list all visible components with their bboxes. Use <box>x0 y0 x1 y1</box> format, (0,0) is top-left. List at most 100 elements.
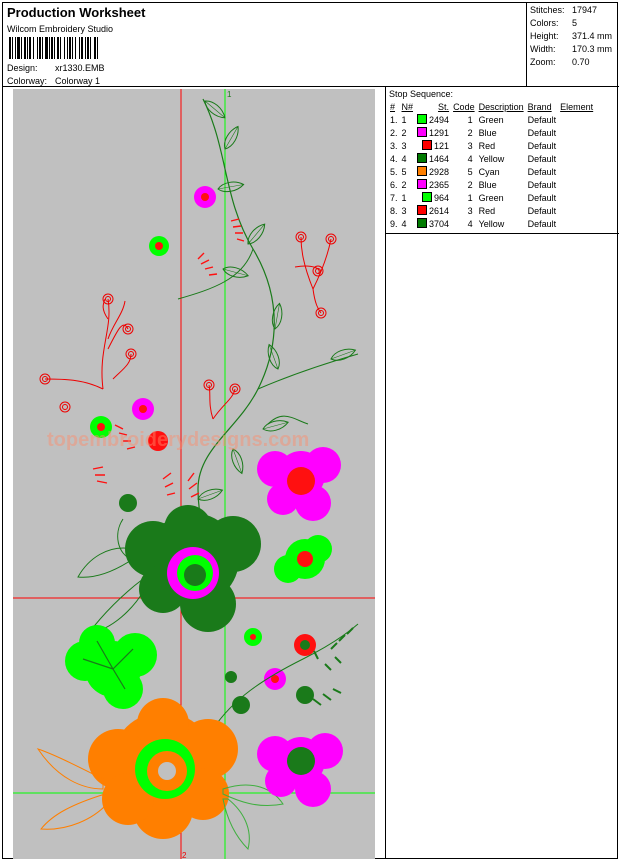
design-row: Design: xr1330.EMB <box>7 63 105 73</box>
row-stitch-count: 1291 <box>429 128 450 138</box>
row-element <box>558 113 595 126</box>
row-n: 3 <box>401 205 407 216</box>
color-swatch <box>417 179 428 189</box>
panel-divider <box>385 87 386 859</box>
row-description: Red <box>478 140 496 151</box>
col-code: Code <box>453 101 475 112</box>
col-description: Description <box>478 101 524 112</box>
col-num: # <box>390 101 396 112</box>
barcode-image <box>9 37 133 59</box>
row-stitches: 964 <box>415 191 451 204</box>
row-element <box>558 126 595 139</box>
col-element: Element <box>560 101 594 112</box>
row-stitch-count: 1464 <box>429 154 450 164</box>
stop-sequence-bottom-rule <box>386 233 619 234</box>
row-element <box>558 139 595 152</box>
stat-value: 0.70 <box>572 57 590 67</box>
row-code: 3 <box>467 205 473 216</box>
colorway-row: Colorway: Colorway 1 <box>7 76 100 86</box>
red-tendrils <box>44 236 332 420</box>
row-description: Blue <box>478 179 497 190</box>
row-element <box>558 165 595 178</box>
stat-zoom: Zoom: 0.70 <box>530 57 590 67</box>
table-row: 4. 4 1464 4 Yellow Default <box>388 152 595 165</box>
worksheet-page: Production Worksheet Wilcom Embroidery S… <box>2 2 619 859</box>
stat-width: Width: 170.3 mm <box>530 44 612 54</box>
flower-green-medium <box>274 535 332 583</box>
color-swatch <box>417 166 428 176</box>
stat-height: Height: 371.4 mm <box>530 31 612 41</box>
row-code: 2 <box>467 179 473 190</box>
row-brand: Default <box>527 218 557 229</box>
table-row: 6. 2 2365 2 Blue Default <box>388 178 595 191</box>
stat-colors: Colors: 5 <box>530 18 577 28</box>
table-row: 7. 1 964 1 Green Default <box>388 191 595 204</box>
row-description: Yellow <box>478 218 505 229</box>
colorway-label: Colorway: <box>7 76 48 86</box>
row-stitches: 2614 <box>415 204 451 217</box>
page-title: Production Worksheet <box>7 5 146 20</box>
row-element <box>558 204 595 217</box>
row-brand: Default <box>527 114 557 125</box>
table-row: 8. 3 2614 3 Red Default <box>388 204 595 217</box>
company-name: Wilcom Embroidery Studio <box>7 24 114 34</box>
row-brand: Default <box>527 205 557 216</box>
color-swatch <box>417 205 428 215</box>
row-stitch-count: 2494 <box>429 115 450 125</box>
row-code: 5 <box>467 166 473 177</box>
stat-label: Zoom: <box>530 57 556 67</box>
row-num: 6. <box>390 179 398 190</box>
color-swatch <box>417 153 428 163</box>
color-swatch <box>417 127 428 137</box>
row-brand: Default <box>527 127 557 138</box>
col-brand: Brand <box>527 101 552 112</box>
colorway-value: Colorway 1 <box>55 76 101 86</box>
flower-darkgreen-large <box>125 505 261 632</box>
table-row: 1. 1 2494 1 Green Default <box>388 113 595 126</box>
row-num: 8. <box>390 205 398 216</box>
row-brand: Default <box>527 179 557 190</box>
row-code: 4 <box>467 153 473 164</box>
main-stem <box>197 98 275 590</box>
row-description: Green <box>478 192 504 203</box>
row-stitch-count: 2365 <box>429 180 450 190</box>
row-stitch-count: 2614 <box>429 206 450 216</box>
flower-darkgreen-small <box>119 494 137 512</box>
row-n: 2 <box>401 127 407 138</box>
row-stitches: 2494 <box>415 113 451 126</box>
darkgreen-sprig <box>312 627 354 706</box>
row-element <box>558 152 595 165</box>
row-num: 9. <box>390 218 398 229</box>
red-spirals <box>39 231 337 413</box>
row-code: 3 <box>467 140 473 151</box>
row-brand: Default <box>527 192 557 203</box>
row-num: 2. <box>390 127 398 138</box>
stat-stitches: Stitches: 17947 <box>530 5 597 15</box>
stat-value: 17947 <box>572 5 598 15</box>
row-description: Yellow <box>478 153 505 164</box>
row-description: Green <box>478 114 504 125</box>
stop-sequence-table: # N# St. Code Description Brand Element … <box>388 100 595 230</box>
col-n: N# <box>401 101 414 112</box>
stat-value: 371.4 mm <box>572 31 613 41</box>
stats-panel: Stitches: 17947 Colors: 5 Height: 371.4 mm … <box>527 3 619 87</box>
table-row: 9. 4 3704 4 Yellow Default <box>388 217 595 230</box>
stat-label: Width: <box>530 44 556 54</box>
row-code: 1 <box>467 192 473 203</box>
row-n: 2 <box>401 179 407 190</box>
design-preview[interactable]: topembroiderydesigns.com 1 2 <box>13 89 375 859</box>
stat-value: 5 <box>572 18 578 28</box>
watermark-text: topembroiderydesigns.com <box>47 429 309 451</box>
row-brand: Default <box>527 153 557 164</box>
col-st: St. <box>438 101 450 112</box>
row-n: 3 <box>401 140 407 151</box>
design-label: Design: <box>7 63 38 73</box>
row-stitches: 3704 <box>415 217 451 230</box>
flower-darkgreen-small <box>296 686 314 704</box>
row-n: 4 <box>401 218 407 229</box>
row-description: Blue <box>478 127 497 138</box>
color-swatch <box>422 140 433 150</box>
color-swatch <box>417 114 428 124</box>
row-stitches: 2928 <box>415 165 451 178</box>
row-code: 2 <box>467 127 473 138</box>
